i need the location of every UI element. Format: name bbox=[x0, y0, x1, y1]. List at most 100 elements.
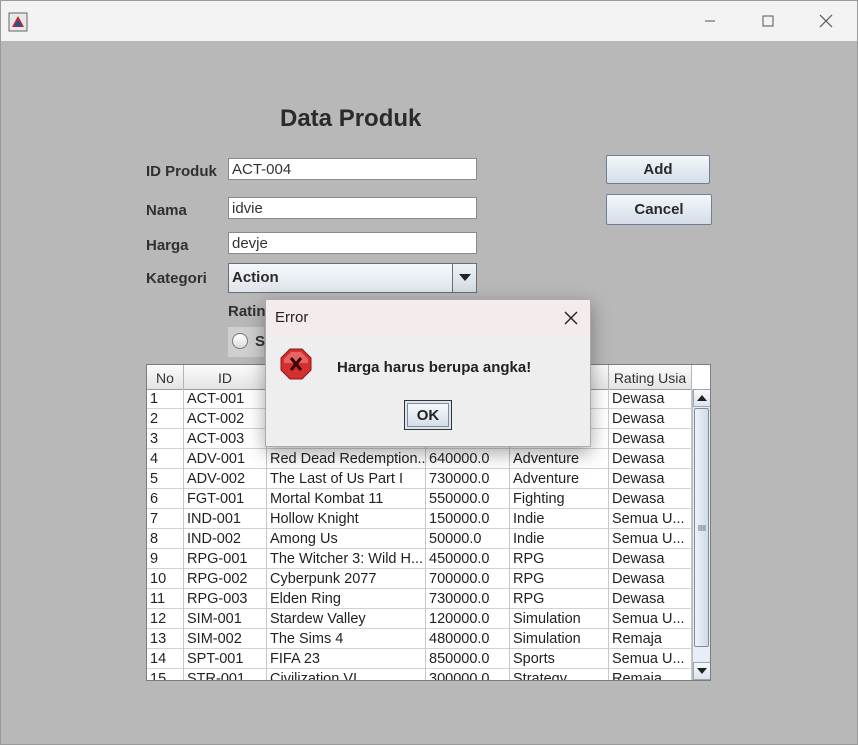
cell-id[interactable]: ACT-002 bbox=[184, 409, 267, 429]
table-row[interactable]: 11 RPG-003 Elden Ring 730000.0 RPG Dewasa bbox=[147, 589, 692, 609]
cell-id[interactable]: ACT-001 bbox=[184, 389, 267, 409]
minimize-button[interactable] bbox=[687, 7, 733, 35]
cell-no[interactable]: 10 bbox=[147, 569, 184, 589]
add-button[interactable]: Add bbox=[606, 155, 710, 184]
cell-harga[interactable]: 700000.0 bbox=[426, 569, 510, 589]
cell-no[interactable]: 12 bbox=[147, 609, 184, 629]
cell-harga[interactable]: 480000.0 bbox=[426, 629, 510, 649]
cell-rating-usia[interactable]: Dewasa bbox=[609, 589, 692, 609]
cell-harga[interactable]: 50000.0 bbox=[426, 529, 510, 549]
table-row[interactable]: 14 SPT-001 FIFA 23 850000.0 Sports Semua U... bbox=[147, 649, 692, 669]
cell-kategori[interactable]: Fighting bbox=[510, 489, 609, 509]
cell-harga[interactable]: 730000.0 bbox=[426, 469, 510, 489]
cell-nama[interactable]: FIFA 23 bbox=[267, 649, 426, 669]
cell-id[interactable]: SIM-001 bbox=[184, 609, 267, 629]
cell-nama[interactable]: Among Us bbox=[267, 529, 426, 549]
cell-id[interactable]: FGT-001 bbox=[184, 489, 267, 509]
id-produk-field[interactable]: ACT-004 bbox=[228, 158, 477, 180]
cell-id[interactable]: SPT-001 bbox=[184, 649, 267, 669]
cell-kategori[interactable]: Adventure bbox=[510, 469, 609, 489]
cell-id[interactable]: ADV-001 bbox=[184, 449, 267, 469]
cell-kategori[interactable]: Strategy bbox=[510, 669, 609, 680]
table-row[interactable]: 10 RPG-002 Cyberpunk 2077 700000.0 RPG Dewasa bbox=[147, 569, 692, 589]
cell-harga[interactable]: 640000.0 bbox=[426, 449, 510, 469]
table-row[interactable]: 8 IND-002 Among Us 50000.0 Indie Semua U... bbox=[147, 529, 692, 549]
cell-rating-usia[interactable]: Remaja bbox=[609, 669, 692, 680]
cell-id[interactable]: STR-001 bbox=[184, 669, 267, 680]
cell-id[interactable]: ADV-002 bbox=[184, 469, 267, 489]
cell-rating-usia[interactable]: Dewasa bbox=[609, 469, 692, 489]
cell-kategori[interactable]: RPG bbox=[510, 549, 609, 569]
cell-id[interactable]: RPG-001 bbox=[184, 549, 267, 569]
cell-rating-usia[interactable]: Dewasa bbox=[609, 429, 692, 449]
cell-nama[interactable]: Mortal Kombat 11 bbox=[267, 489, 426, 509]
close-icon[interactable] bbox=[562, 309, 580, 327]
cell-id[interactable]: RPG-002 bbox=[184, 569, 267, 589]
column-header-rating-usia[interactable]: Rating Usia bbox=[609, 365, 692, 389]
cell-no[interactable]: 7 bbox=[147, 509, 184, 529]
cell-rating-usia[interactable]: Dewasa bbox=[609, 549, 692, 569]
cancel-button[interactable]: Cancel bbox=[606, 194, 712, 225]
cell-kategori[interactable]: Adventure bbox=[510, 449, 609, 469]
table-row[interactable]: 9 RPG-001 The Witcher 3: Wild H... 450000.0… bbox=[147, 549, 692, 569]
cell-nama[interactable]: Elden Ring bbox=[267, 589, 426, 609]
cell-no[interactable]: 14 bbox=[147, 649, 184, 669]
cell-rating-usia[interactable]: Dewasa bbox=[609, 449, 692, 469]
cell-rating-usia[interactable]: Dewasa bbox=[609, 489, 692, 509]
cell-id[interactable]: IND-002 bbox=[184, 529, 267, 549]
cell-rating-usia[interactable]: Semua U... bbox=[609, 609, 692, 629]
cell-rating-usia[interactable]: Semua U... bbox=[609, 529, 692, 549]
nama-field[interactable]: idvie bbox=[228, 197, 477, 219]
cell-harga[interactable]: 300000.0 bbox=[426, 669, 510, 680]
cell-kategori[interactable]: Sports bbox=[510, 649, 609, 669]
column-header-no[interactable]: No bbox=[147, 365, 184, 389]
cell-rating-usia[interactable]: Semua U... bbox=[609, 509, 692, 529]
cell-no[interactable]: 8 bbox=[147, 529, 184, 549]
cell-no[interactable]: 2 bbox=[147, 409, 184, 429]
table-row[interactable]: 7 IND-001 Hollow Knight 150000.0 Indie Semua … bbox=[147, 509, 692, 529]
cell-no[interactable]: 6 bbox=[147, 489, 184, 509]
cell-nama[interactable]: Cyberpunk 2077 bbox=[267, 569, 426, 589]
table-row[interactable]: 15 STR-001 Civilization VI 300000.0 Strategy… bbox=[147, 669, 692, 680]
cell-rating-usia[interactable]: Dewasa bbox=[609, 409, 692, 429]
cell-no[interactable]: 11 bbox=[147, 589, 184, 609]
cell-id[interactable]: RPG-003 bbox=[184, 589, 267, 609]
cell-id[interactable]: IND-001 bbox=[184, 509, 267, 529]
kategori-dropdown[interactable]: Action bbox=[228, 263, 477, 293]
cell-no[interactable]: 4 bbox=[147, 449, 184, 469]
vertical-scrollbar[interactable] bbox=[692, 389, 710, 680]
harga-field[interactable]: devje bbox=[228, 232, 477, 254]
cell-no[interactable]: 3 bbox=[147, 429, 184, 449]
cell-id[interactable]: ACT-003 bbox=[184, 429, 267, 449]
cell-no[interactable]: 1 bbox=[147, 389, 184, 409]
cell-rating-usia[interactable]: Dewasa bbox=[609, 569, 692, 589]
cell-rating-usia[interactable]: Remaja bbox=[609, 629, 692, 649]
cell-nama[interactable]: Stardew Valley bbox=[267, 609, 426, 629]
chevron-down-icon[interactable] bbox=[452, 264, 476, 292]
scroll-thumb[interactable] bbox=[694, 408, 709, 647]
cell-rating-usia[interactable]: Dewasa bbox=[609, 389, 692, 409]
cell-harga[interactable]: 550000.0 bbox=[426, 489, 510, 509]
cell-harga[interactable]: 450000.0 bbox=[426, 549, 510, 569]
column-header-id[interactable]: ID bbox=[184, 365, 267, 389]
cell-harga[interactable]: 120000.0 bbox=[426, 609, 510, 629]
cell-no[interactable]: 5 bbox=[147, 469, 184, 489]
scroll-down-button[interactable] bbox=[693, 662, 710, 680]
cell-no[interactable]: 13 bbox=[147, 629, 184, 649]
cell-harga[interactable]: 850000.0 bbox=[426, 649, 510, 669]
cell-kategori[interactable]: Simulation bbox=[510, 609, 609, 629]
cell-nama[interactable]: Red Dead Redemption... bbox=[267, 449, 426, 469]
cell-nama[interactable]: The Witcher 3: Wild H... bbox=[267, 549, 426, 569]
rating-radio-button[interactable] bbox=[232, 333, 248, 349]
cell-harga[interactable]: 730000.0 bbox=[426, 589, 510, 609]
cell-nama[interactable]: The Sims 4 bbox=[267, 629, 426, 649]
cell-kategori[interactable]: Indie bbox=[510, 509, 609, 529]
cell-rating-usia[interactable]: Semua U... bbox=[609, 649, 692, 669]
cell-nama[interactable]: Hollow Knight bbox=[267, 509, 426, 529]
table-row[interactable]: 4 ADV-001 Red Dead Redemption... 640000.0 Ad… bbox=[147, 449, 692, 469]
table-row[interactable]: 13 SIM-002 The Sims 4 480000.0 Simulation Rem… bbox=[147, 629, 692, 649]
cell-nama[interactable]: The Last of Us Part I bbox=[267, 469, 426, 489]
cell-nama[interactable]: Civilization VI bbox=[267, 669, 426, 680]
table-row[interactable]: 12 SIM-001 Stardew Valley 120000.0 Simulatio… bbox=[147, 609, 692, 629]
table-row[interactable]: 6 FGT-001 Mortal Kombat 11 550000.0 Fighting… bbox=[147, 489, 692, 509]
